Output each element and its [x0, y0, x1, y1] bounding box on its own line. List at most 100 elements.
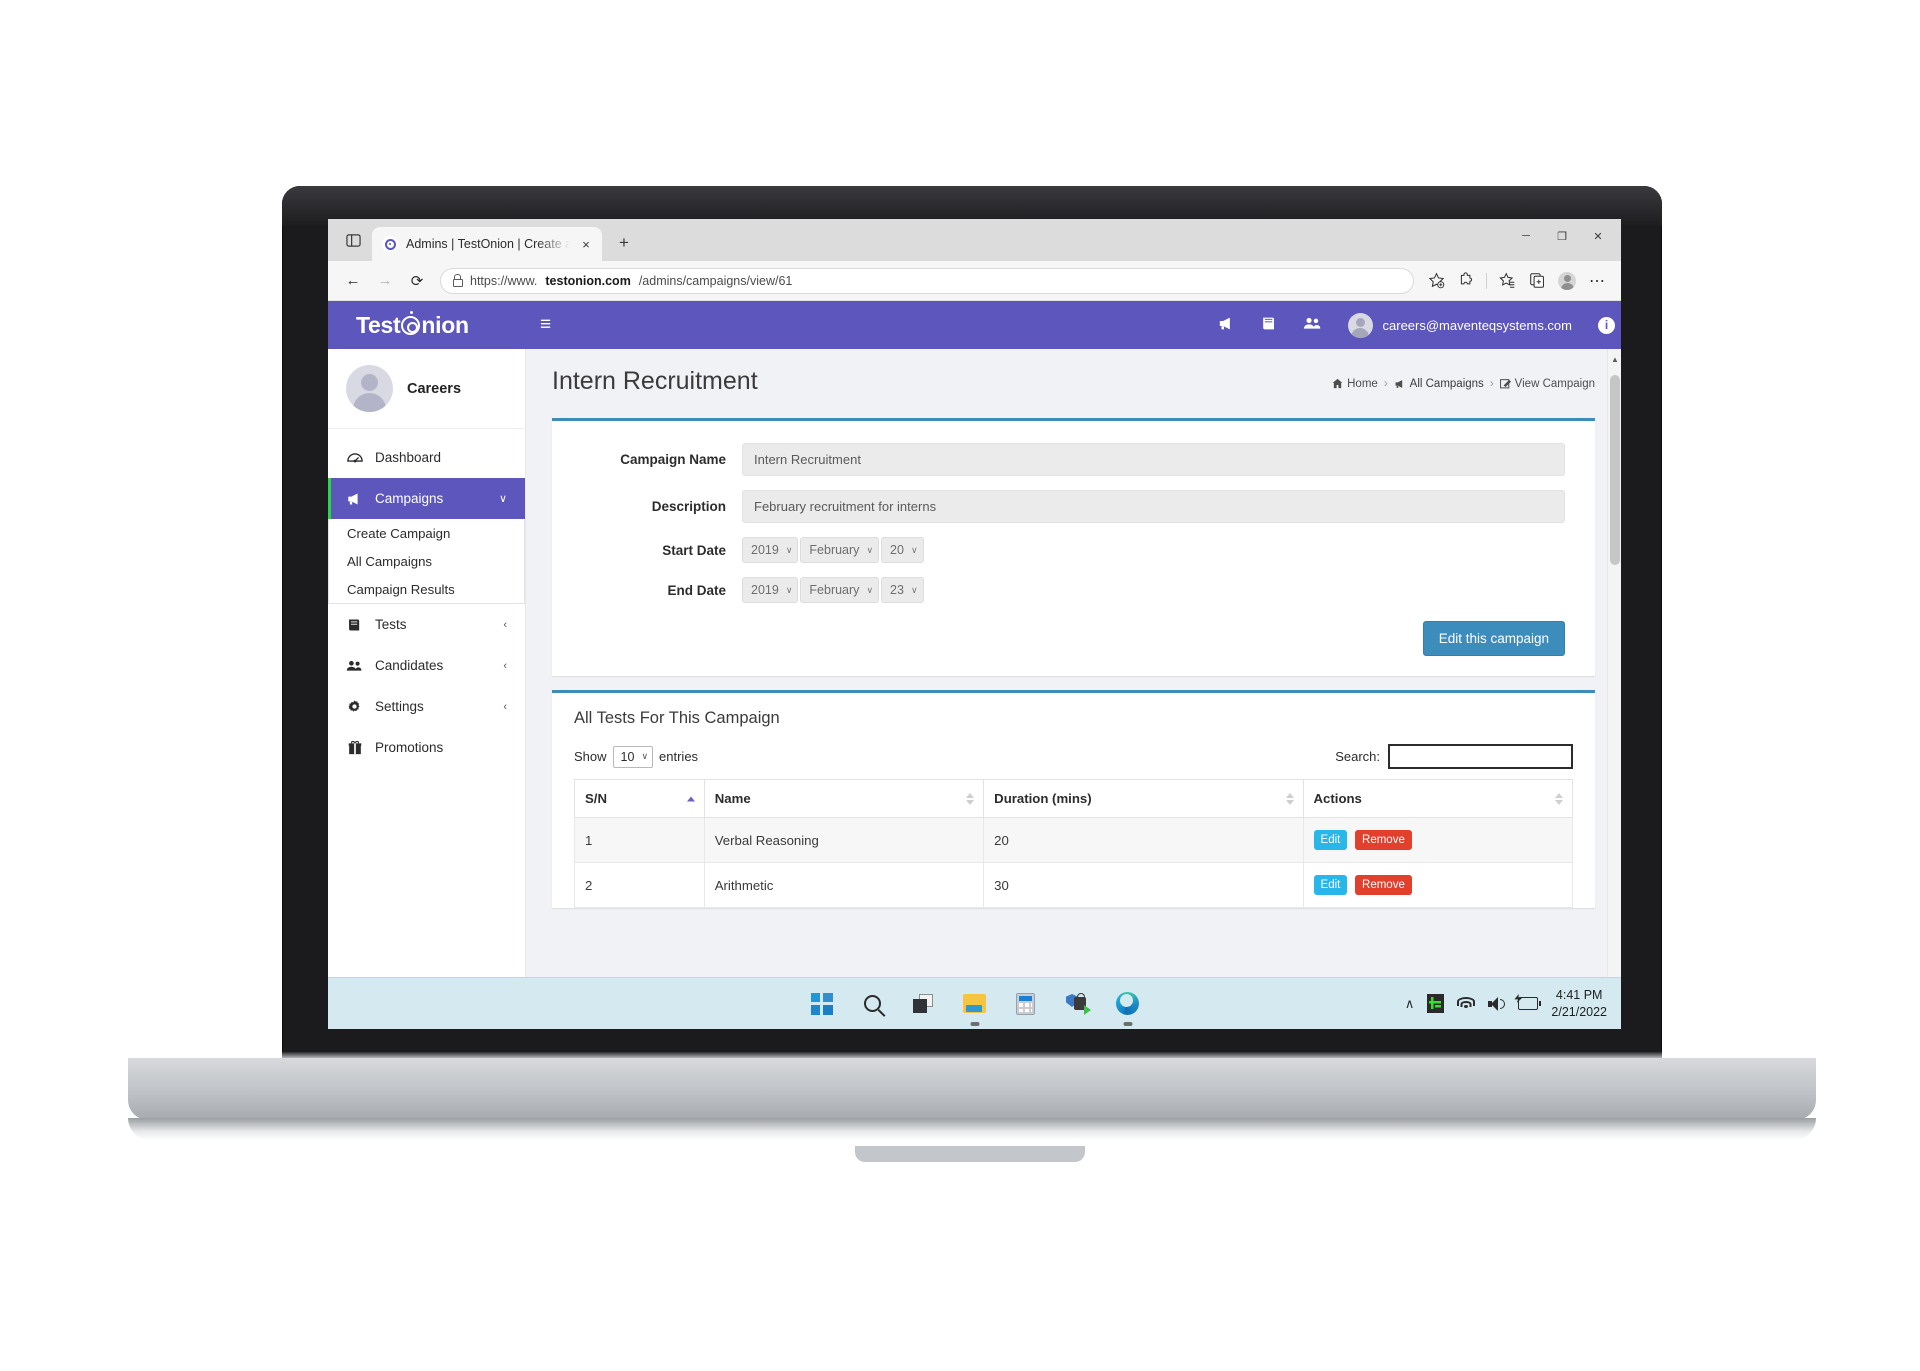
remove-test-button[interactable]: Remove: [1355, 830, 1412, 850]
edit-campaign-button[interactable]: Edit this campaign: [1422, 621, 1565, 656]
description-input[interactable]: February recruitment for interns: [742, 490, 1565, 523]
edge-browser-window: Admins | TestOnion | Create and × + ─ ❐ …: [328, 219, 1621, 1029]
sidebar-subitem-create-campaign[interactable]: Create Campaign: [329, 519, 524, 547]
close-window-button[interactable]: ✕: [1581, 223, 1615, 249]
page-scrollbar[interactable]: ▲ ▼: [1607, 349, 1621, 1029]
info-icon[interactable]: i: [1598, 316, 1615, 334]
gear-icon: [346, 699, 363, 714]
field-label: Description: [651, 499, 726, 514]
tests-table: S/N Name Duration (mins) Actions 1 Verba…: [574, 779, 1574, 908]
clock-date: 2/21/2022: [1551, 1004, 1607, 1019]
edit-test-button[interactable]: Edit: [1313, 830, 1348, 850]
search-icon[interactable]: [858, 989, 888, 1019]
new-tab-button[interactable]: +: [610, 229, 638, 257]
sidebar-item-candidates[interactable]: Candidates ‹: [328, 645, 525, 686]
favorites-icon[interactable]: [1493, 267, 1521, 295]
wifi-icon[interactable]: [1457, 996, 1476, 1011]
breadcrumb-item-home[interactable]: Home: [1332, 378, 1378, 390]
profile-avatar[interactable]: [1553, 267, 1581, 295]
column-header-actions[interactable]: Actions: [1302, 779, 1574, 818]
browser-settings-more-icon[interactable]: ⋯: [1583, 267, 1611, 295]
start-date-day-select[interactable]: 20 ∨: [881, 537, 924, 563]
logo-text-part2: nion: [421, 311, 469, 338]
security-app-icon[interactable]: [1062, 989, 1092, 1019]
edge-browser-icon[interactable]: [1113, 989, 1143, 1026]
reload-button[interactable]: ⟳: [402, 266, 432, 296]
avatar: [1347, 312, 1373, 338]
url-domain: testonion.com: [545, 273, 631, 288]
app-header: Test nion ≡ careers@maventeqsystems.com …: [328, 301, 1621, 349]
cell-name: Verbal Reasoning: [703, 817, 985, 863]
sidebar-subitem-all-campaigns[interactable]: All Campaigns: [329, 547, 524, 575]
entries-per-page-select[interactable]: 10 ∨: [612, 745, 654, 768]
end-date-group: 2019 ∨ February ∨ 23 ∨: [742, 577, 924, 603]
volume-icon[interactable]: [1488, 996, 1506, 1011]
file-explorer-icon[interactable]: [960, 989, 990, 1026]
sidebar-toggle-icon[interactable]: ≡: [526, 314, 565, 336]
minimize-button[interactable]: ─: [1509, 223, 1543, 249]
breadcrumb-item-view-campaign: View Campaign: [1499, 378, 1595, 390]
chevron-down-icon: ∨: [641, 751, 649, 761]
extensions-icon[interactable]: [1452, 267, 1480, 295]
calculator-icon[interactable]: [1011, 989, 1041, 1019]
tab-actions-icon[interactable]: [336, 224, 370, 256]
toolbar-divider: [1486, 272, 1487, 289]
megaphone-icon[interactable]: [1218, 316, 1235, 335]
browser-tab[interactable]: Admins | TestOnion | Create and ×: [372, 227, 602, 261]
sidebar-item-promotions[interactable]: Promotions: [328, 727, 525, 768]
sidebar-item-campaigns[interactable]: Campaigns ∨: [328, 478, 525, 519]
field-label: End Date: [667, 582, 726, 598]
page-title: Intern Recruitment: [552, 367, 758, 395]
breadcrumb-item-all-campaigns[interactable]: All Campaigns: [1394, 378, 1484, 390]
app-logo[interactable]: Test nion: [328, 301, 526, 349]
card-actions: Edit this campaign: [582, 621, 1565, 656]
remove-test-button[interactable]: Remove: [1355, 875, 1412, 895]
task-view-icon[interactable]: [909, 989, 939, 1019]
user-account[interactable]: careers@maventeqsystems.com: [1347, 312, 1572, 338]
tests-card-title: All Tests For This Campaign: [574, 709, 780, 727]
taskbar-apps: [807, 989, 1143, 1026]
chevron-down-icon: ∨: [866, 544, 874, 555]
close-tab-icon[interactable]: ×: [578, 237, 594, 252]
sidebar-item-tests[interactable]: Tests ‹: [328, 604, 525, 645]
cell-sn: 1: [574, 817, 705, 863]
chevron-down-icon: ∨: [498, 493, 507, 505]
end-date-month-select[interactable]: February ∨: [800, 577, 880, 603]
scrollbar-thumb[interactable]: [1610, 375, 1620, 565]
column-header-name[interactable]: Name: [703, 779, 985, 818]
search-input[interactable]: [1388, 744, 1573, 769]
start-button[interactable]: [807, 989, 837, 1019]
back-button[interactable]: ←: [338, 266, 368, 296]
scroll-up-arrow[interactable]: ▲: [1608, 351, 1621, 367]
sidebar-item-settings[interactable]: Settings ‹: [328, 686, 525, 727]
maximize-button[interactable]: ❐: [1545, 223, 1579, 249]
battery-charging-icon[interactable]: [1514, 994, 1542, 1010]
chevron-down-icon: ∨: [785, 584, 793, 595]
column-header-duration[interactable]: Duration (mins): [983, 779, 1304, 818]
tray-expand-icon[interactable]: ∧: [1405, 996, 1415, 1012]
users-group-icon[interactable]: [1303, 316, 1322, 335]
start-date-year-select[interactable]: 2019 ∨: [742, 537, 799, 563]
web-page-viewport: Test nion ≡ careers@maventeqsystems.com …: [328, 301, 1621, 1029]
address-bar[interactable]: https://www. testonion.com/admins/campaig…: [440, 267, 1414, 294]
sidebar-item-dashboard[interactable]: Dashboard: [328, 437, 525, 478]
add-favorite-icon[interactable]: [1422, 267, 1450, 295]
network-monitor-icon[interactable]: [1427, 994, 1445, 1013]
end-date-year-select[interactable]: 2019 ∨: [742, 577, 799, 603]
column-label: Name: [714, 791, 751, 806]
start-date-month-select[interactable]: February ∨: [800, 537, 880, 563]
sidebar-subitem-campaign-results[interactable]: Campaign Results: [329, 575, 524, 603]
header-icon-group: careers@maventeqsystems.com i: [1218, 312, 1621, 338]
breadcrumb-separator: ›: [1489, 377, 1494, 390]
book-icon[interactable]: [1261, 316, 1277, 335]
end-date-day-select[interactable]: 23 ∨: [881, 577, 924, 603]
taskbar-clock[interactable]: 4:41 PM 2/21/2022: [1551, 987, 1607, 1021]
forward-button[interactable]: →: [370, 266, 400, 296]
cell-sn: 2: [574, 862, 705, 908]
campaign-name-input[interactable]: Intern Recruitment: [742, 443, 1565, 476]
column-header-sn[interactable]: S/N: [574, 779, 705, 818]
edit-test-button[interactable]: Edit: [1313, 875, 1348, 895]
collections-icon[interactable]: [1523, 267, 1551, 295]
laptop-front-edge: [128, 1118, 1816, 1140]
sidebar-profile[interactable]: Careers: [328, 349, 525, 429]
